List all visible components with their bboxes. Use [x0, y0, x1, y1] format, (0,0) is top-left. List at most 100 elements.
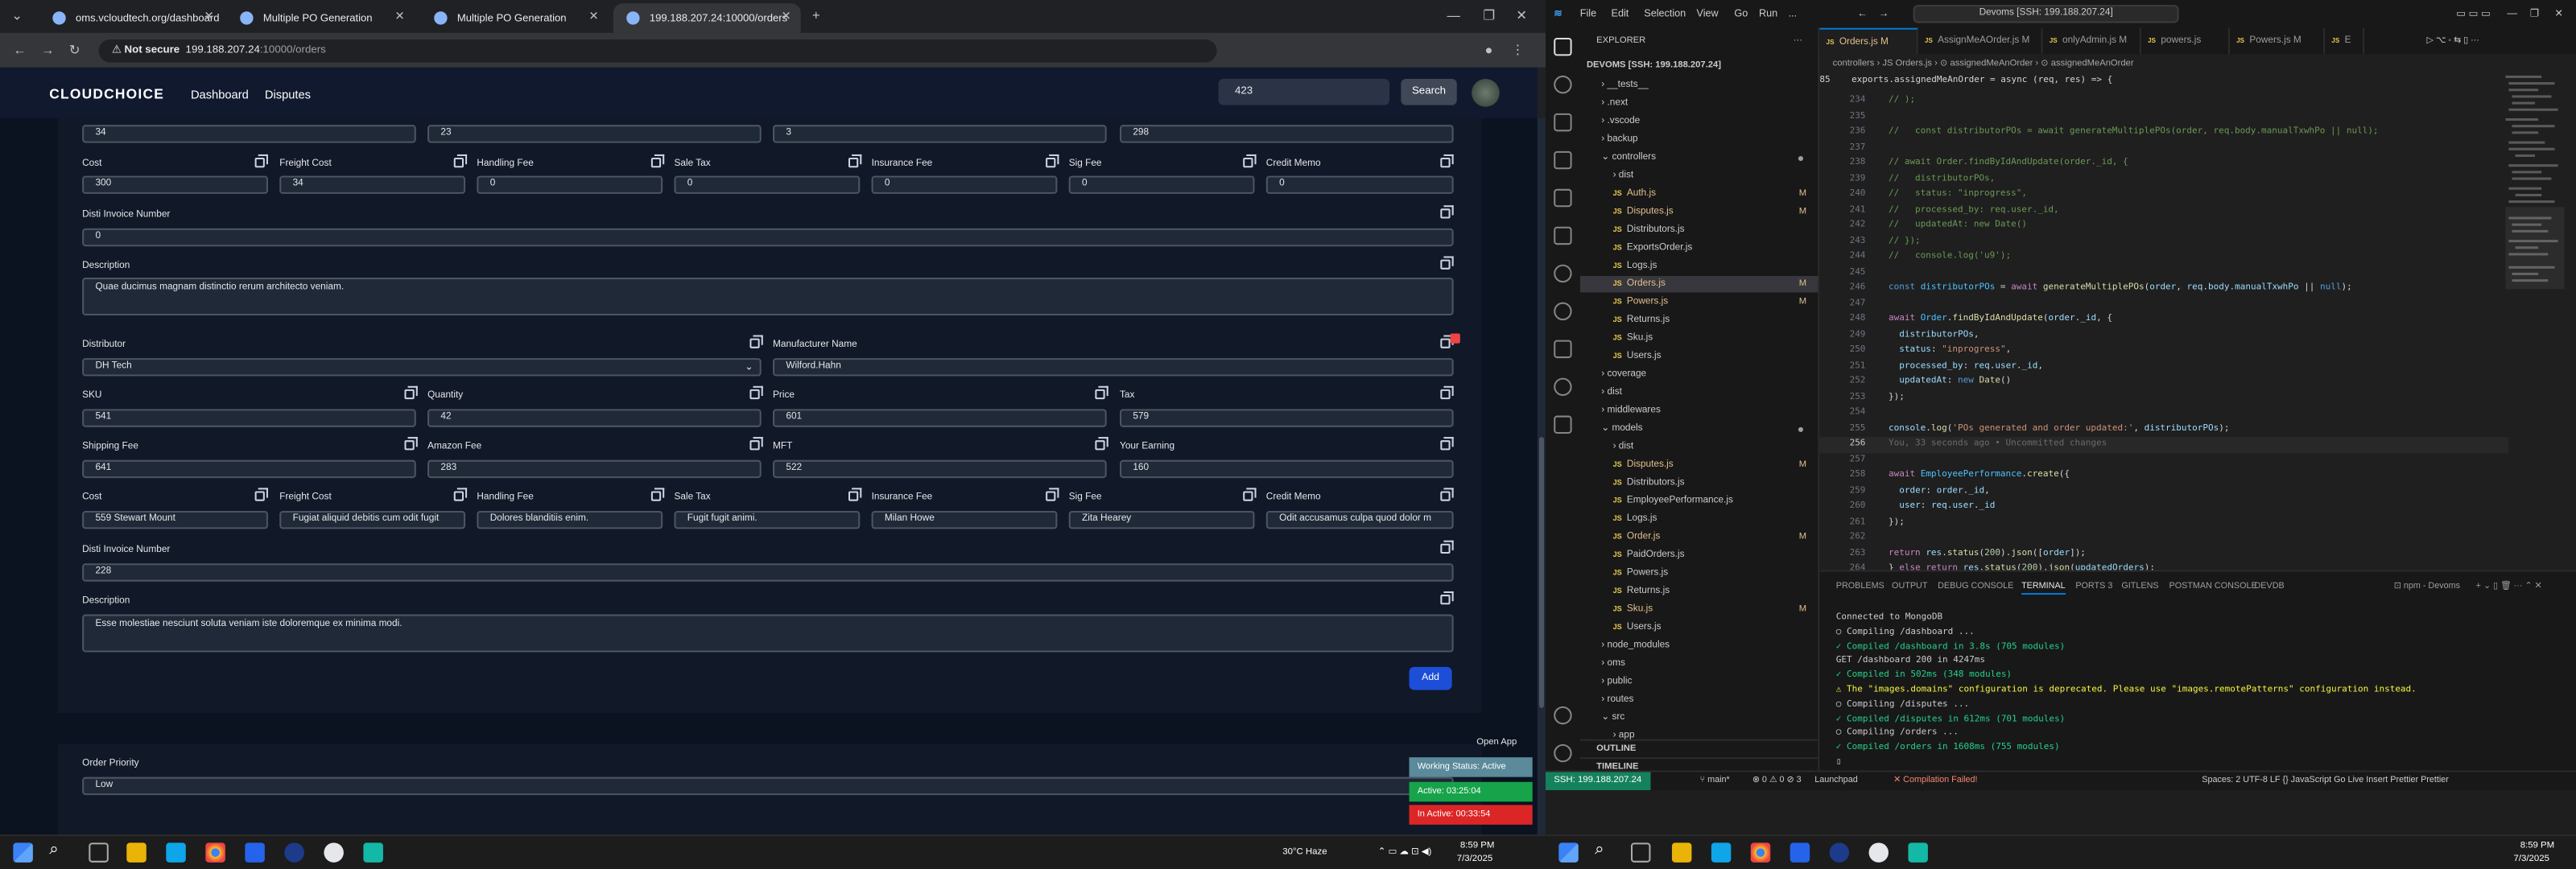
status-right-items[interactable]: Spaces: 2 UTF-8 LF {} JavaScript Go Live… — [2202, 774, 2449, 789]
file-item[interactable]: JS Powers.js — [1580, 565, 1818, 581]
app-icon[interactable] — [363, 842, 383, 863]
file-item[interactable]: JS Powers.js M — [1580, 294, 1818, 310]
file-item[interactable]: JS ExportsOrder.js — [1580, 240, 1818, 256]
panel-tab-terminal[interactable]: TERMINAL — [2021, 582, 2066, 595]
browser-tab-orders[interactable]: 199.188.207.24:10000/orders ✕ — [613, 3, 801, 33]
copy-icon[interactable] — [1440, 540, 1454, 554]
panel-tab-debug-console[interactable]: DEBUG CONSOLE — [1938, 582, 2013, 591]
open-app-link[interactable]: Open App — [1476, 738, 1517, 748]
amazon-fee-input[interactable]: 283 — [427, 459, 762, 479]
nav-back-icon[interactable]: ← — [1857, 8, 1868, 19]
field-input[interactable]: 34 — [82, 125, 416, 143]
file-item[interactable]: JS Returns.js — [1580, 583, 1818, 599]
field-input[interactable]: 23 — [427, 125, 762, 143]
menu-more[interactable]: ... — [1789, 8, 1798, 19]
copy-icon[interactable] — [749, 335, 763, 348]
zoom-app-icon[interactable] — [1829, 842, 1850, 863]
extensions-icon[interactable] — [1554, 188, 1572, 208]
app-icon[interactable] — [1868, 842, 1889, 863]
copy-icon[interactable] — [1440, 488, 1454, 501]
sale-tax-input[interactable]: 0 — [674, 175, 861, 194]
field-input[interactable]: 3 — [773, 125, 1107, 143]
tray-icons[interactable]: ⌃ ▭ ☁ ⊡ ◀) — [1378, 847, 1432, 857]
remote-explorer-icon[interactable] — [1554, 226, 1572, 245]
gitlens-icon[interactable] — [1554, 264, 1572, 283]
terminal-selector[interactable]: ⊡ npm - Devoms — [2394, 582, 2460, 591]
nav-dashboard[interactable]: Dashboard — [191, 87, 249, 101]
file-item[interactable]: JS Distributors.js — [1580, 475, 1818, 491]
tab-powers-js-2[interactable]: Powers.js M — [2230, 27, 2326, 55]
back-icon[interactable]: ← — [13, 43, 26, 59]
file-item[interactable]: JS Order.js M — [1580, 529, 1818, 545]
folder-item[interactable]: ⌄ controllers — [1580, 150, 1818, 166]
insurance-input[interactable]: Milan Howe — [871, 510, 1058, 529]
windows-start-icon[interactable] — [1558, 842, 1579, 863]
tab-overflow[interactable]: E — [2325, 27, 2365, 55]
explorer-icon[interactable] — [1554, 37, 1572, 56]
settings-gear-icon[interactable] — [1554, 743, 1572, 763]
copy-icon[interactable] — [650, 488, 665, 501]
weather-widget[interactable]: 30°C Haze — [1282, 847, 1327, 857]
close-window-icon[interactable]: ✕ — [1516, 8, 1527, 24]
folder-item[interactable]: › coverage — [1580, 366, 1818, 382]
folder-item[interactable]: › .vscode — [1580, 113, 1818, 130]
insurance-input[interactable]: 0 — [871, 175, 1058, 194]
chrome-icon[interactable] — [1750, 842, 1771, 863]
task-view-icon[interactable] — [89, 842, 109, 863]
minimize-icon[interactable]: — — [1447, 8, 1459, 24]
close-tab-icon[interactable]: ✕ — [204, 10, 214, 23]
close-tab-icon[interactable]: ✕ — [589, 10, 599, 23]
search-button[interactable]: Search — [1401, 78, 1457, 105]
quantity-input[interactable]: 42 — [427, 409, 762, 427]
app-icon[interactable] — [324, 842, 344, 863]
cost-input[interactable]: 300 — [82, 175, 268, 194]
tax-input[interactable]: 579 — [1120, 409, 1454, 427]
layout-icon[interactable]: ▭ ▭ ▭ — [2456, 8, 2491, 19]
tab-onlyadmin-js[interactable]: onlyAdmin.js M — [2043, 27, 2141, 55]
file-item[interactable]: JS PaidOrders.js — [1580, 547, 1818, 563]
credit-memo-input[interactable]: 0 — [1265, 175, 1454, 194]
price-input[interactable]: 601 — [773, 409, 1107, 427]
windows-start-icon[interactable] — [13, 842, 33, 863]
copy-icon[interactable] — [404, 437, 418, 451]
file-explorer-icon[interactable] — [126, 842, 147, 863]
manufacturer-input[interactable]: Wilford.Hahn — [773, 358, 1454, 377]
tab-powers-js[interactable]: powers.js — [2141, 27, 2230, 55]
close-tab-icon[interactable]: ✕ — [781, 10, 791, 23]
sale-tax-input[interactable]: Fugit fugit animi. — [674, 510, 861, 529]
copy-icon[interactable] — [1046, 488, 1059, 501]
file-item[interactable]: JS Users.js — [1580, 348, 1818, 364]
search-icon[interactable] — [1554, 75, 1572, 94]
folder-item[interactable]: › .next — [1580, 95, 1818, 111]
vscode-icon[interactable] — [1790, 842, 1810, 863]
sig-fee-input[interactable]: 0 — [1068, 175, 1255, 194]
handling-input[interactable]: Dolores blanditiis enim. — [477, 510, 663, 529]
file-item[interactable]: JS Returns.js — [1580, 312, 1818, 328]
copy-icon[interactable] — [848, 154, 862, 168]
clock-date[interactable]: 7/3/2025 — [1457, 855, 1492, 864]
folder-item[interactable]: › __tests__ — [1580, 77, 1818, 93]
folder-item[interactable]: › middlewares — [1580, 402, 1818, 418]
copy-icon[interactable] — [1046, 154, 1059, 168]
nav-forward-icon[interactable]: → — [1879, 8, 1889, 19]
compile-status[interactable]: ✕ Compilation Failed! — [1893, 774, 1977, 789]
file-item[interactable]: JS Logs.js — [1580, 258, 1818, 274]
zoom-app-icon[interactable] — [284, 842, 304, 863]
tab-assignmeaorder-js[interactable]: AssignMeAOrder.js M — [1918, 27, 2043, 55]
browser-tab-po-2[interactable]: Multiple PO Generation ✕ — [421, 3, 609, 33]
file-item[interactable]: JS EmployeePerformance.js — [1580, 492, 1818, 509]
menu-edit[interactable]: Edit — [1612, 8, 1629, 19]
app-logo[interactable]: CLOUDCHOICE — [49, 85, 164, 101]
copy-icon[interactable] — [1095, 385, 1108, 400]
close-window-icon[interactable]: ✕ — [2554, 8, 2563, 19]
clock-time[interactable]: 8:59 PM — [1460, 841, 1495, 850]
file-explorer-icon[interactable] — [1671, 842, 1692, 863]
folder-item[interactable]: › public — [1580, 673, 1818, 690]
file-item[interactable]: JS Sku.js M — [1580, 601, 1818, 617]
handling-input[interactable]: 0 — [477, 175, 663, 194]
sku-input[interactable]: 541 — [82, 409, 416, 427]
store-icon[interactable] — [1711, 842, 1732, 863]
folder-item[interactable]: ⌄ models — [1580, 421, 1818, 437]
description-textarea[interactable]: Quae ducimus magnam distinctio rerum arc… — [82, 278, 1454, 315]
menu-run[interactable]: Run — [1759, 8, 1777, 19]
